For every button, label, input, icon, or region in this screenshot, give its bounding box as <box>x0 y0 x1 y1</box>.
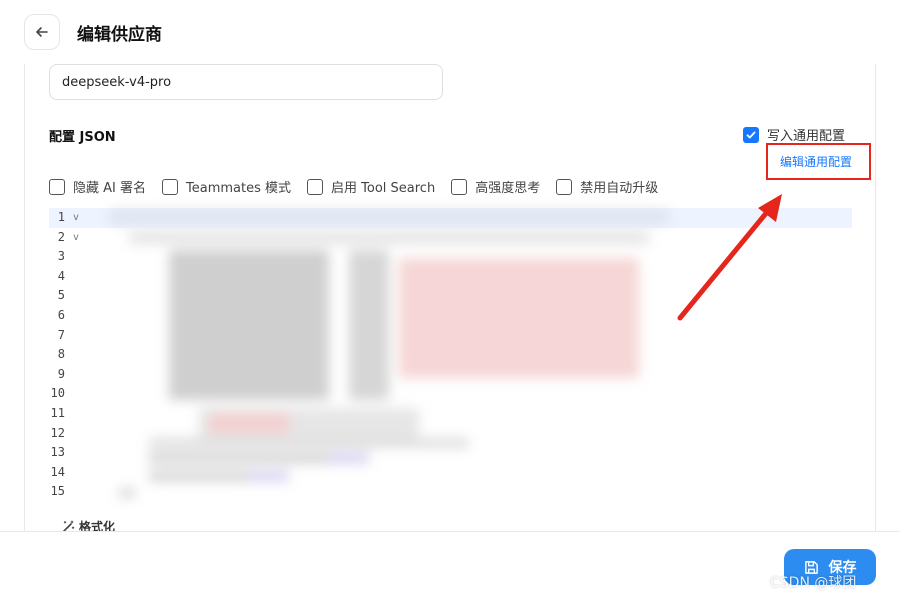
magic-wand-icon <box>62 520 75 531</box>
option-label: 隐藏 AI 署名 <box>73 181 146 196</box>
model-input[interactable] <box>49 64 443 100</box>
line-number: 8 <box>57 347 65 362</box>
option-high-effort-thinking[interactable]: 高强度思考 <box>451 177 540 196</box>
back-button[interactable] <box>24 14 60 50</box>
form-content: 配置 JSON 写入通用配置 编辑通用配置 隐藏 AI 署名 Teammates… <box>24 64 876 531</box>
format-button[interactable]: 格式化 <box>61 518 115 531</box>
page-header: 编辑供应商 <box>0 0 900 64</box>
fold-chevron-icon[interactable]: v <box>73 232 79 243</box>
checkbox[interactable] <box>49 178 65 195</box>
option-label: 禁用自动升级 <box>580 181 659 196</box>
line-number: 7 <box>57 327 65 342</box>
line-gutter: 1 2 3 4 5 6 7 8 9 10 11 12 13 14 15 <box>49 208 97 502</box>
checkbox[interactable] <box>556 178 573 195</box>
line-number: 13 <box>50 445 65 460</box>
option-disable-auto-upgrade[interactable]: 禁用自动升级 <box>556 177 658 196</box>
checkbox-checked-icon[interactable] <box>743 126 759 143</box>
config-json-label: 配置 JSON <box>49 130 116 145</box>
option-label: 高强度思考 <box>475 181 541 196</box>
option-tool-search[interactable]: 启用 Tool Search <box>307 177 435 196</box>
option-label: 启用 Tool Search <box>331 181 436 196</box>
line-number: 12 <box>50 425 65 440</box>
arrow-left-icon <box>36 27 48 37</box>
page-title: 编辑供应商 <box>77 25 162 45</box>
watermark: CSDN @球团 <box>770 575 857 591</box>
line-number: 14 <box>50 464 65 479</box>
line-number: 6 <box>57 307 65 322</box>
line-number: 5 <box>57 288 65 303</box>
json-editor[interactable]: 1 2 3 4 5 6 7 8 9 10 11 12 13 14 15 v v <box>49 208 852 508</box>
blurred-code <box>109 208 689 498</box>
line-number: 3 <box>57 249 65 264</box>
option-hide-ai-signature[interactable]: 隐藏 AI 署名 <box>49 177 146 196</box>
line-number: 11 <box>50 405 65 420</box>
line-number: 2 <box>57 229 65 244</box>
option-label: Teammates 模式 <box>186 181 291 196</box>
checkbox[interactable] <box>162 178 178 195</box>
fold-chevron-icon[interactable]: v <box>73 212 79 223</box>
line-number: 4 <box>57 268 65 283</box>
line-number: 9 <box>57 366 65 381</box>
write-common-checkbox[interactable]: 写入通用配置 <box>743 125 845 144</box>
option-teammates-mode[interactable]: Teammates 模式 <box>162 177 291 196</box>
edit-common-config-link[interactable]: 编辑通用配置 <box>780 153 852 170</box>
line-number: 1 <box>57 210 65 224</box>
option-checkboxes: 隐藏 AI 署名 Teammates 模式 启用 Tool Search 高强度… <box>49 177 674 196</box>
write-common-label: 写入通用配置 <box>767 129 846 144</box>
line-number: 15 <box>50 484 65 499</box>
line-number: 10 <box>50 386 65 401</box>
footer-bar: 保存 CSDN @球团 <box>0 531 900 600</box>
checkbox[interactable] <box>307 178 323 195</box>
format-button-label: 格式化 <box>79 520 116 531</box>
checkbox[interactable] <box>451 178 468 195</box>
